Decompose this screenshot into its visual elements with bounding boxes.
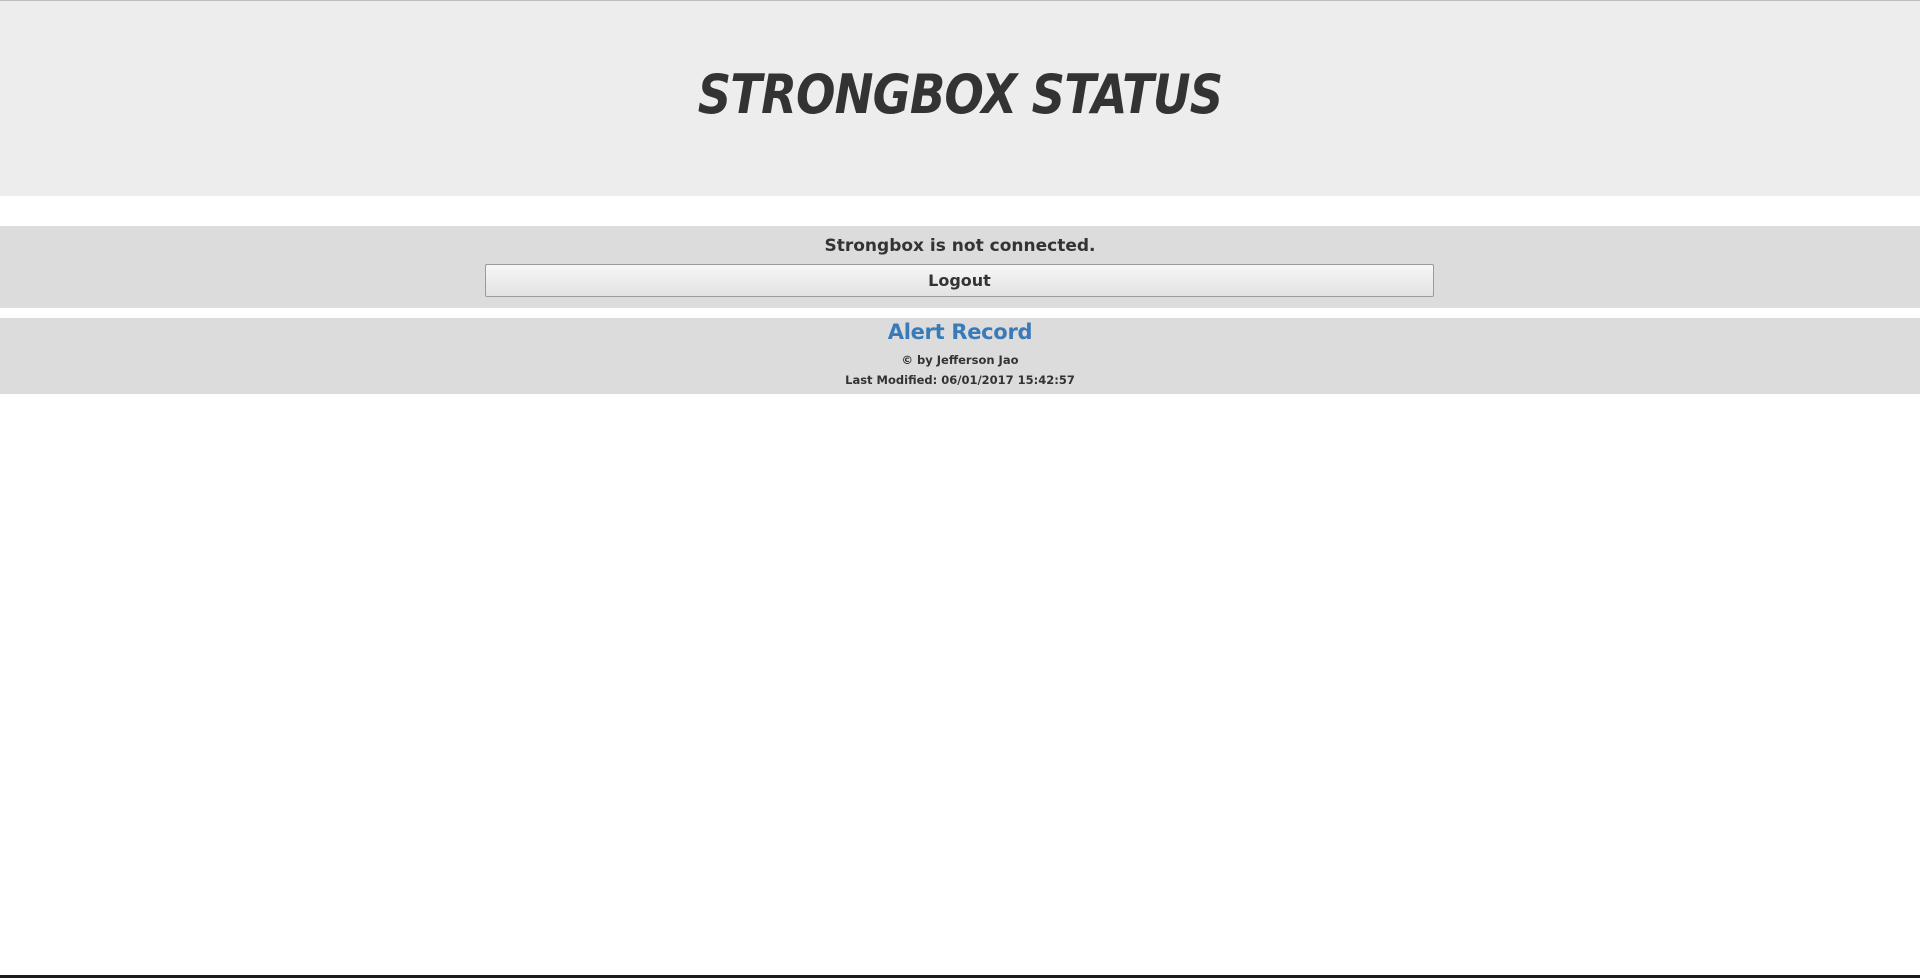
credit-text: © by Jefferson Jao xyxy=(901,353,1019,367)
page-footer: Alert Record © by Jefferson Jao Last Mod… xyxy=(0,318,1920,394)
connection-status-text: Strongbox is not connected. xyxy=(824,236,1096,256)
last-modified-text: Last Modified: 06/01/2017 15:42:57 xyxy=(845,373,1075,387)
page-title: Strongbox Status xyxy=(697,63,1224,126)
alert-record-link[interactable]: Alert Record xyxy=(0,320,1920,344)
status-panel: Strongbox is not connected. Logout xyxy=(0,226,1920,308)
page-header: Strongbox Status xyxy=(0,1,1920,196)
logout-button[interactable]: Logout xyxy=(485,264,1434,297)
